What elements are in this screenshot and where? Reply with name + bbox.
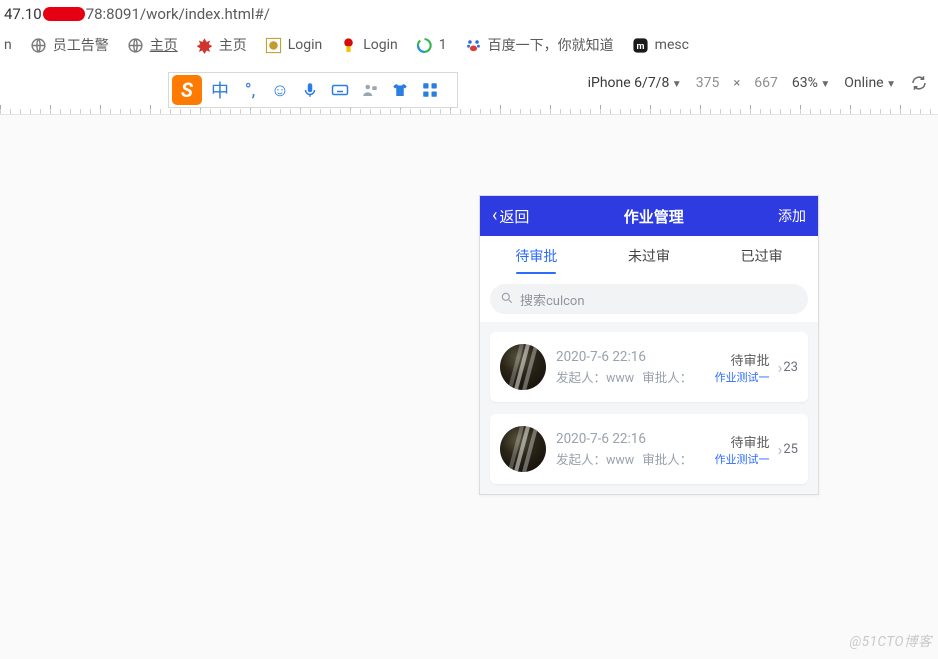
device-viewport: ‹ 返回 作业管理 添加 待审批 未过审 已过审 搜索culcon 2020-7…: [479, 195, 819, 495]
list-item[interactable]: 2020-7-6 22:16 发起人：www 审批人： 待审批 作业测试一 › …: [490, 414, 808, 484]
bookmark-item[interactable]: 主页: [196, 35, 247, 55]
count: 23: [783, 360, 798, 375]
seal-icon: [265, 37, 282, 54]
initiator: 发起人：www: [556, 449, 634, 468]
red-cross-icon: [196, 37, 213, 54]
more-button[interactable]: › 23: [778, 358, 798, 377]
add-button[interactable]: 添加: [778, 206, 806, 226]
card-content: 2020-7-6 22:16 发起人：www 审批人：: [556, 431, 705, 468]
work-tag: 作业测试一: [715, 451, 770, 467]
url-suffix: 78:8091/work/index.html#/: [86, 5, 270, 23]
ime-user-icon[interactable]: [358, 78, 382, 102]
bookmark-item[interactable]: 百度一下，你就知道: [465, 35, 614, 55]
search-input[interactable]: 搜索culcon: [490, 284, 808, 314]
approver: 审批人：: [642, 367, 692, 386]
search-placeholder: 搜索culcon: [520, 290, 585, 309]
card-right: 待审批 作业测试一 › 25: [715, 432, 798, 467]
tab-bar: 待审批 未过审 已过审: [480, 236, 818, 276]
device-width[interactable]: 375: [696, 75, 720, 91]
initiator: 发起人：www: [556, 367, 634, 386]
url-prefix: 47.10: [4, 5, 42, 23]
more-button[interactable]: › 25: [778, 440, 798, 459]
bookmark-item[interactable]: 1: [416, 37, 447, 54]
rotate-icon[interactable]: [910, 74, 928, 92]
card-content: 2020-7-6 22:16 发起人：www 审批人：: [556, 349, 705, 386]
back-button[interactable]: ‹ 返回: [492, 206, 529, 227]
chevron-right-icon: ›: [778, 358, 783, 377]
bookmark-item[interactable]: n: [4, 37, 12, 53]
ime-logo-icon: S: [172, 75, 202, 105]
ime-tshirt-icon[interactable]: [388, 78, 412, 102]
network-select[interactable]: Online: [844, 75, 896, 91]
devtools-device-bar: iPhone 6/7/8 375 × 667 63% Online: [0, 67, 938, 99]
redacted-segment: [43, 7, 85, 21]
back-label: 返回: [499, 206, 529, 227]
chevron-right-icon: ›: [778, 440, 783, 459]
ime-toolbar[interactable]: S 中 °, ☺: [168, 72, 458, 108]
status-label: 待审批: [715, 350, 770, 369]
timestamp: 2020-7-6 22:16: [556, 431, 705, 447]
bookmarks-bar: n 员工告警 主页 主页 Login Login 1 百度一下，你就知道 m m…: [0, 28, 938, 62]
timestamp: 2020-7-6 22:16: [556, 349, 705, 365]
ime-emoji-icon[interactable]: ☺: [268, 78, 292, 102]
approver: 审批人：: [642, 449, 692, 468]
paw-icon: [465, 37, 482, 54]
swirl-icon: [416, 37, 433, 54]
bookmark-item[interactable]: 主页: [127, 35, 178, 55]
devtools-canvas: ‹ 返回 作业管理 添加 待审批 未过审 已过审 搜索culcon 2020-7…: [0, 115, 938, 659]
card-right: 待审批 作业测试一 › 23: [715, 350, 798, 385]
badge-icon: [340, 37, 357, 54]
count: 25: [783, 442, 798, 457]
list-item[interactable]: 2020-7-6 22:16 发起人：www 审批人： 待审批 作业测试一 › …: [490, 332, 808, 402]
ime-grid-icon[interactable]: [418, 78, 442, 102]
bookmark-item[interactable]: 员工告警: [30, 35, 109, 55]
dimension-separator: ×: [733, 76, 740, 91]
ruler: [0, 99, 938, 115]
zoom-select[interactable]: 63%: [792, 75, 830, 91]
avatar: [500, 344, 546, 390]
m-box-icon: m: [632, 37, 649, 54]
bookmark-item[interactable]: Login: [265, 37, 323, 54]
device-select[interactable]: iPhone 6/7/8: [588, 75, 682, 91]
status-label: 待审批: [715, 432, 770, 451]
tab-approved[interactable]: 已过审: [705, 236, 818, 276]
globe-icon: [127, 37, 144, 54]
ime-punct-icon[interactable]: °,: [238, 78, 262, 102]
ime-keyboard-icon[interactable]: [328, 78, 352, 102]
bookmark-item[interactable]: m mesc: [632, 37, 689, 54]
svg-text:m: m: [636, 41, 644, 52]
page-title: 作业管理: [624, 206, 684, 227]
tab-rejected[interactable]: 未过审: [593, 236, 706, 276]
search-row: 搜索culcon: [480, 276, 818, 322]
work-tag: 作业测试一: [715, 369, 770, 385]
app-header: ‹ 返回 作业管理 添加: [480, 196, 818, 236]
search-icon: [500, 290, 514, 309]
work-list: 2020-7-6 22:16 发起人：www 审批人： 待审批 作业测试一 › …: [480, 322, 818, 494]
device-height[interactable]: 667: [754, 75, 778, 91]
tab-pending[interactable]: 待审批: [480, 236, 593, 276]
bookmark-item[interactable]: Login: [340, 37, 398, 54]
watermark: @51CTO博客: [850, 630, 932, 650]
chevron-left-icon: ‹: [492, 207, 497, 225]
ime-lang-icon[interactable]: 中: [208, 78, 232, 102]
avatar: [500, 426, 546, 472]
ime-voice-icon[interactable]: [298, 78, 322, 102]
globe-icon: [30, 37, 47, 54]
address-bar[interactable]: 47.10 78:8091/work/index.html#/: [0, 0, 938, 28]
